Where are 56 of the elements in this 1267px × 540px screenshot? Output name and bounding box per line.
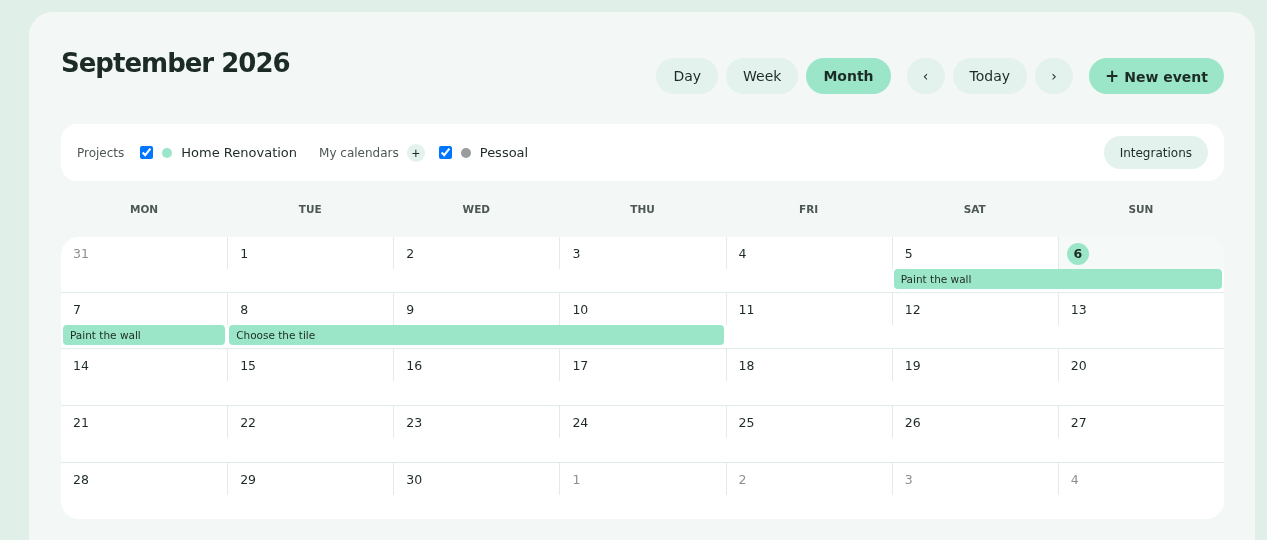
day-number[interactable]: 29: [240, 469, 257, 491]
day-number[interactable]: 24: [572, 412, 589, 434]
view-tab[interactable]: Day: [656, 58, 719, 94]
day-number[interactable]: 26: [904, 412, 921, 434]
day-number[interactable]: 14: [73, 355, 89, 377]
day-number[interactable]: 1: [240, 243, 249, 265]
integrations-button[interactable]: Integrations: [1103, 136, 1208, 169]
weekday-header: WED: [462, 203, 491, 215]
weekday-header: SAT: [963, 203, 986, 215]
next-button[interactable]: ›: [1035, 58, 1074, 94]
day-number[interactable]: 17: [572, 355, 589, 377]
day-number[interactable]: 23: [406, 412, 423, 434]
day-number[interactable]: 12: [904, 299, 921, 321]
view-tab[interactable]: Week: [726, 58, 799, 94]
project-name: Home Renovation: [181, 145, 298, 160]
month-title: September 2026: [61, 48, 290, 78]
view-tab[interactable]: Month: [806, 58, 891, 94]
previous-button[interactable]: ‹: [906, 58, 945, 94]
day-number[interactable]: 5: [904, 243, 913, 265]
day-number[interactable]: 4: [738, 243, 747, 265]
day-number[interactable]: 20: [1070, 355, 1087, 377]
day-number[interactable]: 27: [1070, 412, 1087, 434]
event-bar[interactable]: Paint the wall: [893, 269, 1222, 289]
new-event-button[interactable]: + New event: [1089, 58, 1224, 94]
event-bar[interactable]: Paint the wall: [63, 325, 226, 345]
day-number[interactable]: 10: [572, 299, 589, 321]
weekday-header: FRI: [799, 203, 819, 215]
day-number[interactable]: 7: [73, 299, 81, 321]
day-number[interactable]: 3: [572, 243, 581, 265]
projects-label: Projects: [77, 145, 125, 160]
day-number[interactable]: 28: [73, 469, 89, 491]
day-number[interactable]: 13: [1070, 299, 1087, 321]
day-number[interactable]: 2: [406, 243, 415, 265]
calendar-name: Pessoal: [479, 145, 529, 160]
weekday-header: MON: [130, 203, 159, 215]
day-number[interactable]: 8: [240, 299, 249, 321]
day-number[interactable]: 9: [406, 299, 415, 321]
day-number[interactable]: 25: [738, 412, 755, 434]
day-number[interactable]: 6: [1066, 243, 1089, 265]
day-number[interactable]: 21: [73, 412, 89, 434]
add-calendar-button[interactable]: +: [406, 143, 425, 162]
day-number[interactable]: 11: [738, 299, 755, 321]
today-button[interactable]: Today: [952, 58, 1028, 94]
project-checkbox[interactable]: [140, 146, 154, 159]
day-number[interactable]: 18: [738, 355, 755, 377]
day-number[interactable]: 19: [904, 355, 921, 377]
calendars-label: My calendars: [319, 145, 399, 160]
day-number[interactable]: 30: [406, 469, 423, 491]
day-number[interactable]: 15: [240, 355, 257, 377]
weekday-header: THU: [630, 203, 655, 215]
event-bar[interactable]: Choose the tile: [229, 325, 724, 345]
calendar-checkbox[interactable]: [438, 146, 452, 159]
day-number[interactable]: 22: [240, 412, 257, 434]
day-number[interactable]: 16: [406, 355, 423, 377]
weekday-header: SUN: [1128, 203, 1154, 215]
weekday-header: TUE: [298, 203, 322, 215]
